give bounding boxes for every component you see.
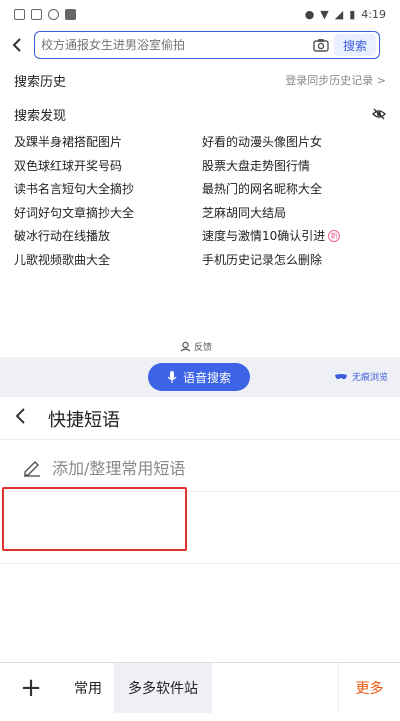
- circle-icon: [48, 8, 59, 20]
- status-left: [14, 8, 76, 20]
- discover-item[interactable]: 手机历史记录怎么删除: [202, 248, 386, 272]
- camera-button[interactable]: [308, 34, 334, 56]
- discover-item[interactable]: 最热门的网名昵称大全: [202, 177, 386, 201]
- back-button[interactable]: [0, 28, 34, 62]
- incognito-mask-icon: [334, 373, 347, 379]
- quick-phrases-title: 快捷短语: [48, 409, 120, 431]
- discover-item[interactable]: 及踝半身裙搭配图片: [14, 130, 202, 154]
- search-box: 搜索: [34, 31, 380, 59]
- add-phrase-row[interactable]: 添加/整理常用短语: [0, 442, 400, 492]
- tab-duoduo[interactable]: 多多软件站: [114, 662, 212, 713]
- search-discover-title: 搜索发现: [14, 108, 67, 124]
- highlight-box: [2, 487, 187, 551]
- voice-bar: 语音搜索 无痕浏览: [0, 357, 400, 397]
- discover-item[interactable]: 股票大盘走势图行情: [202, 154, 386, 178]
- status-right: ● ▼ ◢ ▮ 4:19: [305, 8, 386, 21]
- gallery-icon: [14, 8, 25, 20]
- search-button[interactable]: 搜索: [334, 34, 376, 56]
- mail-icon: [31, 8, 42, 20]
- incognito-label: 无痕浏览: [351, 373, 388, 383]
- new-badge: 新: [328, 229, 341, 242]
- discover-item[interactable]: 读书名言短句大全摘抄: [14, 177, 202, 201]
- discover-item[interactable]: 双色球红球开奖号码: [14, 154, 202, 178]
- wifi-icon: ▼: [320, 7, 329, 21]
- camera-icon: [313, 39, 329, 52]
- discover-item[interactable]: 儿歌视频歌曲大全: [14, 248, 202, 272]
- status-time: 4:19: [361, 7, 386, 21]
- login-sync-link[interactable]: 登录同步历史记录 >: [285, 72, 386, 88]
- app-icon: [65, 8, 76, 20]
- feedback-label: 反馈: [194, 342, 213, 353]
- tab-common[interactable]: 常用: [62, 663, 114, 713]
- quick-phrases-header: 快捷短语: [0, 398, 400, 440]
- bottom-bar: + 常用 多多软件站 更多: [0, 662, 400, 713]
- signal-icon: ◢: [334, 7, 344, 21]
- add-button[interactable]: +: [0, 663, 62, 713]
- more-button[interactable]: 更多: [338, 662, 400, 713]
- voice-search-label: 语音搜索: [182, 370, 231, 385]
- discover-item[interactable]: 速度与激情10确认引进新: [202, 224, 386, 248]
- search-header: 搜索: [0, 28, 400, 62]
- pencil-icon: [24, 460, 40, 477]
- hide-eye-icon[interactable]: [372, 107, 386, 121]
- discover-list: 及踝半身裙搭配图片 好看的动漫头像图片女 双色球红球开奖号码 股票大盘走势图行情…: [14, 130, 386, 271]
- discover-item[interactable]: 芝麻胡同大结局: [202, 201, 386, 225]
- panel-back-button[interactable]: [14, 406, 40, 431]
- feedback-icon: [180, 341, 191, 351]
- search-input[interactable]: [41, 38, 308, 52]
- incognito-button[interactable]: 无痕浏览: [334, 370, 388, 383]
- discover-item[interactable]: 破冰行动在线播放: [14, 224, 202, 248]
- feedback-button[interactable]: 反馈: [180, 338, 212, 354]
- search-discover-row: 搜索发现: [14, 104, 386, 124]
- location-icon: ●: [304, 7, 315, 21]
- discover-item[interactable]: 好看的动漫头像图片女: [202, 130, 386, 154]
- microphone-icon: [167, 371, 177, 383]
- status-bar: ● ▼ ◢ ▮ 4:19: [0, 0, 400, 28]
- discover-item[interactable]: 好词好句文章摘抄大全: [14, 201, 202, 225]
- search-history-row: 搜索历史 登录同步历史记录 >: [14, 70, 386, 90]
- voice-search-button[interactable]: 语音搜索: [148, 363, 250, 391]
- chevron-left-icon: [12, 38, 21, 52]
- chevron-left-icon: [15, 408, 25, 424]
- battery-icon: ▮: [349, 7, 356, 21]
- add-phrase-label: 添加/整理常用短语: [52, 458, 186, 478]
- search-history-title: 搜索历史: [14, 74, 67, 90]
